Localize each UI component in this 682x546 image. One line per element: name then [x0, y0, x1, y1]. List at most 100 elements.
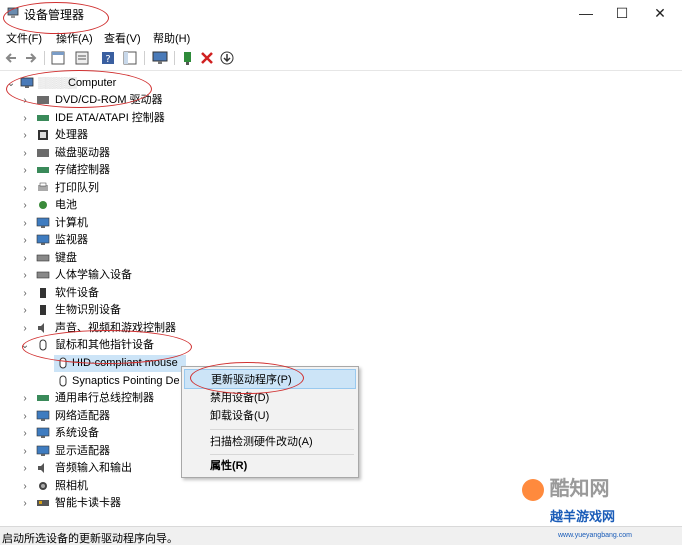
- help-icon[interactable]: ?: [100, 50, 116, 66]
- keyboard-icon: [36, 254, 50, 261]
- collapsed-arrow-icon[interactable]: ›: [20, 215, 30, 232]
- collapsed-arrow-icon[interactable]: ›: [20, 443, 30, 460]
- usb-icon: [37, 395, 49, 401]
- menu-help[interactable]: 帮助(H): [153, 30, 190, 46]
- mouse-device-label: Synaptics Pointing De: [72, 374, 180, 387]
- tree-root-label: Computer: [68, 77, 117, 89]
- window-title: 设备管理器: [24, 8, 85, 22]
- collapsed-arrow-icon[interactable]: ›: [20, 302, 30, 319]
- menu-update-driver-label: 更新驱动程序(P): [211, 374, 292, 386]
- menu-disable-device[interactable]: 禁用设备(D): [184, 388, 356, 408]
- collapsed-arrow-icon[interactable]: ›: [20, 250, 30, 267]
- download-icon[interactable]: [219, 50, 235, 66]
- biometric-icon: [40, 305, 46, 315]
- mouse-icon: [39, 339, 47, 351]
- collapsed-arrow-icon[interactable]: ›: [20, 267, 30, 284]
- menu-action[interactable]: 操作(A): [56, 30, 93, 46]
- menu-scan-hardware[interactable]: 扫描检测硬件改动(A): [184, 432, 356, 452]
- show-hidden-icon[interactable]: [74, 50, 90, 66]
- title-bar: 设备管理器 — ☐ ✕: [0, 0, 682, 28]
- minimize-button[interactable]: —: [572, 2, 600, 24]
- watermark-kuzhiwang-text: 酷知网: [549, 478, 610, 500]
- close-button[interactable]: ✕: [646, 2, 674, 24]
- collapsed-arrow-icon[interactable]: ›: [20, 92, 30, 109]
- collapsed-arrow-icon[interactable]: ›: [20, 197, 30, 214]
- tree-item-label: 通用串行总线控制器: [55, 392, 154, 404]
- computer-icon: [36, 217, 50, 228]
- forward-icon[interactable]: [22, 50, 38, 66]
- tree-item-label: 计算机: [55, 216, 88, 229]
- menu-uninstall-device[interactable]: 卸载设备(U): [184, 406, 356, 426]
- toolbar: ?: [0, 46, 682, 71]
- tree-item-label: 音频输入和输出: [55, 462, 132, 474]
- watermark-kuzhiwang: 酷知网: [522, 472, 610, 501]
- expand-arrow-icon[interactable]: ⌄: [20, 337, 30, 354]
- monitor-icon: [36, 234, 50, 245]
- menu-view[interactable]: 查看(V): [104, 30, 141, 46]
- collapsed-arrow-icon[interactable]: ›: [20, 180, 30, 197]
- audio-icon: [38, 463, 44, 473]
- update-driver-icon[interactable]: [180, 50, 196, 66]
- collapsed-arrow-icon[interactable]: ›: [20, 320, 30, 337]
- collapsed-arrow-icon[interactable]: ›: [20, 232, 30, 249]
- tree-item-label: 声音、视频和游戏控制器: [55, 321, 176, 334]
- tree-item-label: 系统设备: [55, 427, 99, 439]
- battery-icon: [39, 201, 47, 209]
- tree-item-label: IDE ATA/ATAPI 控制器: [55, 111, 165, 124]
- collapsed-arrow-icon[interactable]: ›: [20, 460, 30, 477]
- collapsed-arrow-icon[interactable]: ›: [20, 390, 30, 407]
- tree-item-label: 人体学输入设备: [55, 269, 132, 281]
- computer-icon: [20, 77, 34, 88]
- toolbar-separator: [144, 51, 145, 65]
- mouse-device-item[interactable]: HID-compliant mouse: [54, 355, 186, 372]
- device-manager-icon: [7, 7, 19, 18]
- collapsed-arrow-icon[interactable]: ›: [20, 110, 30, 127]
- printer-icon: [38, 182, 48, 191]
- menu-update-driver[interactable]: 更新驱动程序(P): [184, 369, 356, 389]
- console-tree-icon[interactable]: [122, 50, 138, 66]
- collapsed-arrow-icon[interactable]: ›: [20, 127, 30, 144]
- smart-card-icon: [37, 500, 49, 506]
- maximize-button[interactable]: ☐: [608, 2, 636, 24]
- back-icon[interactable]: [4, 50, 20, 66]
- collapsed-arrow-icon[interactable]: ›: [20, 478, 30, 495]
- tree-item-label: 软件设备: [55, 286, 99, 299]
- camera-icon: [39, 481, 47, 490]
- tree-item-label: 磁盘驱动器: [55, 146, 110, 159]
- processor-icon: [38, 130, 48, 140]
- menu-file[interactable]: 文件(F): [6, 30, 42, 46]
- expand-arrow-icon[interactable]: ⌄: [6, 75, 16, 92]
- watermark-yueyang-url: www.yueyangbang.com: [558, 532, 632, 539]
- monitor-icon[interactable]: [152, 50, 168, 66]
- system-device-icon: [36, 427, 50, 438]
- tree-item-label: 存储控制器: [55, 164, 110, 176]
- collapsed-arrow-icon[interactable]: ›: [20, 408, 30, 425]
- sound-icon: [38, 322, 44, 333]
- tree-item-label: 键盘: [55, 251, 77, 264]
- network-icon: [36, 410, 50, 421]
- menu-properties-label: 属性(R): [210, 460, 248, 472]
- collapsed-arrow-icon[interactable]: ›: [20, 425, 30, 442]
- uninstall-icon[interactable]: [199, 50, 215, 66]
- tree-item-label: 网络适配器: [55, 409, 110, 422]
- collapsed-arrow-icon[interactable]: ›: [20, 285, 30, 302]
- menu-bar: 文件(F) 操作(A) 查看(V) 帮助(H): [0, 28, 682, 46]
- collapsed-arrow-icon[interactable]: ›: [20, 495, 30, 512]
- collapsed-arrow-icon[interactable]: ›: [20, 162, 30, 179]
- tree-item-label: 生物识别设备: [55, 304, 121, 316]
- status-bar: 启动所选设备的更新驱动程序向导。 www.yueyangbang.com: [0, 526, 682, 545]
- tree-item-label: 电池: [55, 199, 77, 211]
- context-menu: 更新驱动程序(P) 禁用设备(D) 卸载设备(U) 扫描检测硬件改动(A) 属性…: [181, 366, 359, 478]
- tree-item-label: 处理器: [55, 129, 88, 141]
- watermark-logo-icon: [522, 478, 544, 501]
- menu-separator: [210, 454, 354, 455]
- tree-item-label: 监视器: [55, 234, 88, 246]
- menu-properties[interactable]: 属性(R): [184, 456, 356, 476]
- tree-item-label: 鼠标和其他指针设备: [55, 339, 154, 351]
- menu-scan-hardware-label: 扫描检测硬件改动(A): [210, 436, 313, 448]
- menu-disable-device-label: 禁用设备(D): [210, 392, 270, 404]
- collapsed-arrow-icon[interactable]: ›: [20, 145, 30, 162]
- software-device-icon: [40, 287, 46, 298]
- properties-icon[interactable]: [50, 50, 66, 66]
- storage-controller-icon: [37, 167, 49, 173]
